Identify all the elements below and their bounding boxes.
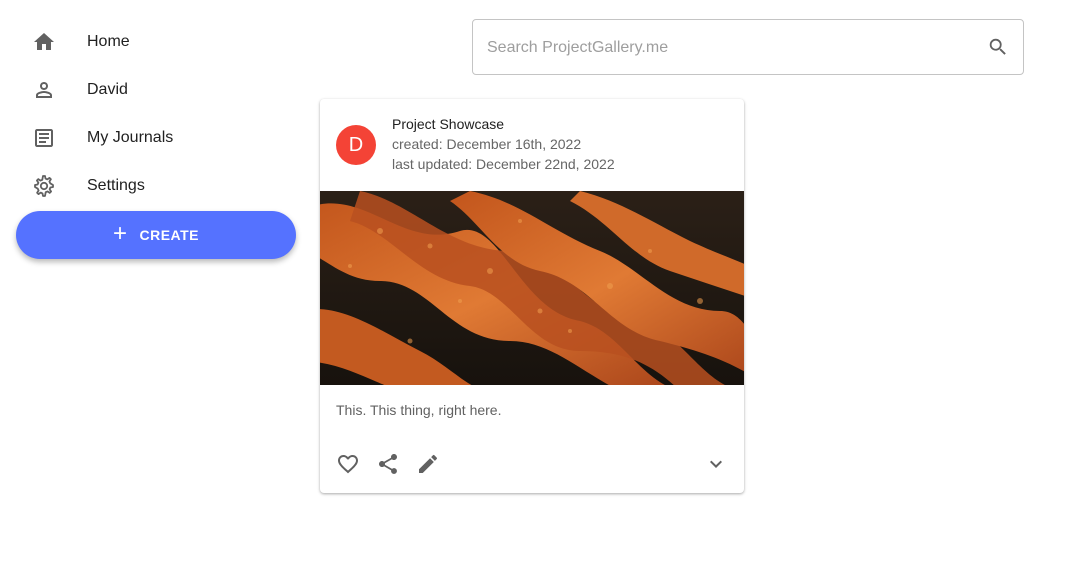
sidebar-item-journals[interactable]: My Journals — [0, 114, 310, 162]
sidebar-item-home[interactable]: Home — [0, 18, 310, 66]
avatar: D — [336, 125, 376, 165]
person-icon — [32, 78, 56, 102]
sidebar-item-settings[interactable]: Settings — [0, 162, 310, 210]
card-description: This. This thing, right here. — [336, 402, 502, 418]
sidebar-item-label: My Journals — [87, 129, 174, 146]
gear-icon — [32, 174, 56, 198]
create-button-label: CREATE — [139, 227, 200, 243]
search-bar — [472, 19, 1024, 76]
sidebar-item-profile[interactable]: David — [0, 66, 310, 114]
sidebar: Home David My Journals Settings — [0, 18, 310, 210]
share-icon[interactable] — [376, 452, 400, 476]
search-input[interactable] — [485, 20, 969, 76]
sidebar-item-label: David — [87, 81, 128, 98]
card-created-date: created: December 16th, 2022 — [392, 136, 582, 152]
chevron-down-icon[interactable] — [704, 452, 728, 476]
card-image — [320, 191, 744, 385]
card-title: Project Showcase — [392, 116, 505, 132]
plus-icon: + — [112, 220, 128, 247]
sidebar-item-label: Home — [87, 33, 130, 50]
journal-icon — [32, 126, 56, 150]
card-updated-date: last updated: December 22nd, 2022 — [392, 156, 615, 172]
search-icon[interactable] — [987, 36, 1009, 58]
sidebar-item-label: Settings — [87, 177, 145, 194]
create-button[interactable]: + CREATE — [16, 211, 296, 259]
heart-icon[interactable] — [336, 452, 360, 476]
home-icon — [32, 30, 56, 54]
project-card: D Project Showcase created: December 16t… — [320, 99, 744, 493]
edit-icon[interactable] — [416, 452, 440, 476]
